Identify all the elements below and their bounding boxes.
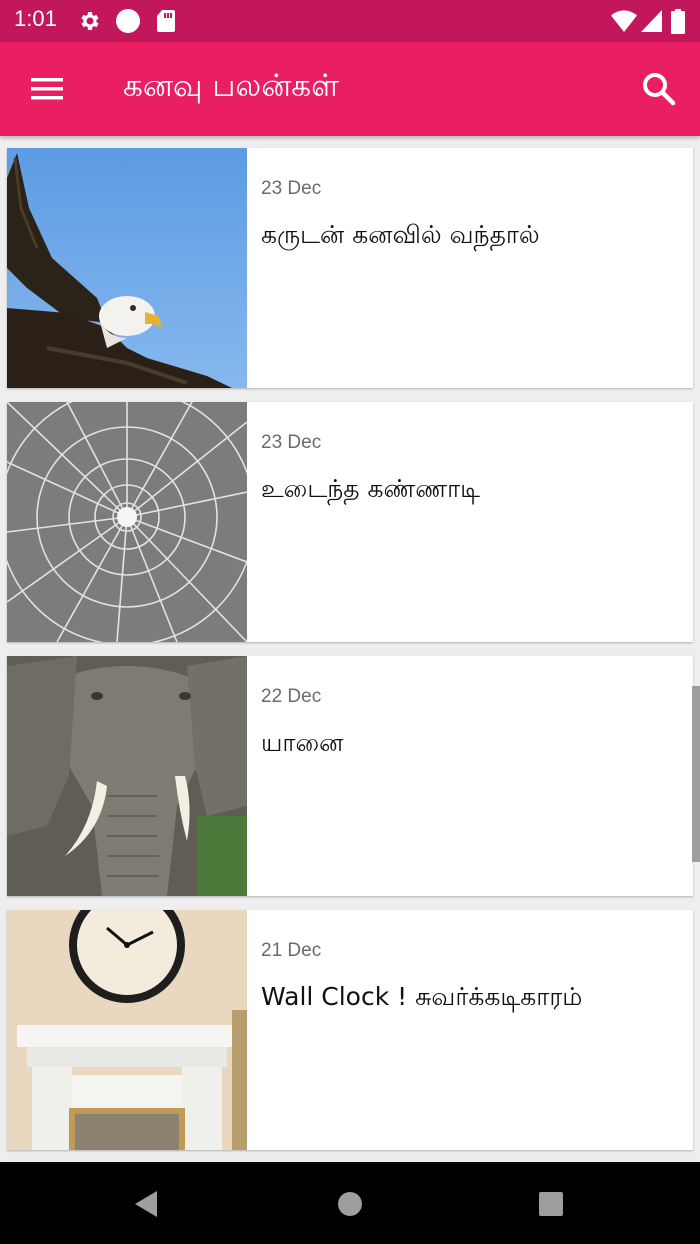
dream-date: 21 Dec: [261, 940, 322, 961]
wall-clock-image: [7, 910, 247, 1150]
back-triangle-icon: [135, 1191, 157, 1217]
hamburger-menu-icon: [31, 78, 63, 100]
battery-icon: [671, 9, 685, 34]
home-button[interactable]: [330, 1184, 370, 1224]
dream-date: 23 Dec: [261, 432, 322, 453]
eagle-image: [7, 148, 247, 388]
home-circle-icon: [338, 1192, 362, 1216]
dream-date: 23 Dec: [261, 178, 322, 199]
circle-icon: [116, 9, 140, 33]
search-icon: [643, 73, 676, 106]
status-bar: 1:01: [0, 0, 700, 42]
gear-icon: [81, 12, 99, 30]
dream-title: கருடன் கனவில் வந்தால்: [261, 220, 540, 249]
dream-date: 22 Dec: [261, 686, 322, 707]
dream-title: உடைந்த கண்ணாடி: [261, 474, 481, 503]
wifi-icon: [611, 10, 637, 32]
back-button[interactable]: [126, 1184, 166, 1224]
broken-glass-image: [7, 402, 247, 642]
scrollbar-thumb[interactable]: [692, 686, 700, 862]
dream-title: யானை: [261, 728, 344, 757]
dream-card[interactable]: 21 Dec Wall Clock ! சுவர்க்கடிகாரம்: [7, 910, 693, 1150]
dream-card[interactable]: 23 Dec கருடன் கனவில் வந்தால்: [7, 148, 693, 388]
dream-card[interactable]: 22 Dec யானை: [7, 656, 693, 896]
dream-card[interactable]: 23 Dec உடைந்த கண்ணாடி: [7, 402, 693, 642]
sd-card-icon: [157, 10, 175, 32]
status-time: 1:01: [14, 6, 57, 31]
dream-title: Wall Clock ! சுவர்க்கடிகாரம்: [261, 982, 583, 1011]
recents-button[interactable]: [531, 1184, 571, 1224]
cell-signal-icon: [641, 10, 662, 32]
system-nav-bar: [0, 1162, 700, 1244]
menu-button[interactable]: [28, 72, 66, 106]
elephant-image: [7, 656, 247, 896]
app-title: கனவு பலன்கள்: [123, 68, 340, 104]
app-bar: கனவு பலன்கள்: [0, 42, 700, 136]
search-button[interactable]: [640, 70, 678, 108]
recents-square-icon: [539, 1192, 563, 1216]
